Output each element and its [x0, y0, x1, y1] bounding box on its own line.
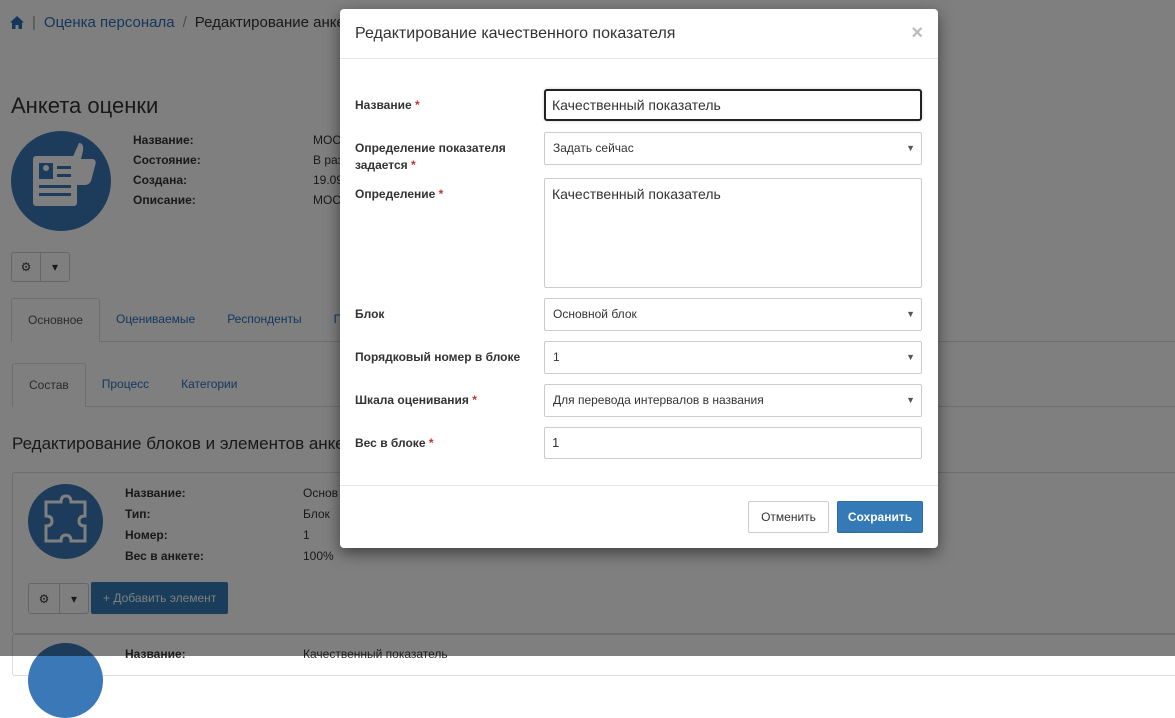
select-value: Для перевода интервалов в названия — [553, 393, 764, 407]
field-label: Определение показателя задается * — [355, 141, 506, 172]
select-value: Задать сейчас — [553, 141, 634, 155]
caret-down-icon: ▼ — [906, 143, 915, 153]
modal-header: Редактирование качественного показателя … — [340, 9, 938, 59]
field-label: Определение * — [355, 187, 444, 201]
field-label: Порядковый номер в блоке — [355, 350, 521, 364]
weight-input[interactable]: 1 — [544, 427, 922, 459]
field-label: Вес в блоке * — [355, 436, 434, 450]
field-label: Название * — [355, 98, 420, 112]
select-value: Основной блок — [553, 307, 637, 321]
caret-down-icon: ▼ — [906, 395, 915, 405]
cancel-button[interactable]: Отменить — [748, 501, 829, 533]
scale-select[interactable]: Для перевода интервалов в названия ▼ — [544, 384, 922, 417]
modal-title: Редактирование качественного показателя — [355, 25, 676, 42]
close-icon[interactable]: × — [911, 22, 923, 45]
definition-set-select[interactable]: Задать сейчас ▼ — [544, 132, 922, 165]
select-value: 1 — [553, 350, 560, 364]
block-select[interactable]: Основной блок ▼ — [544, 298, 922, 331]
definition-textarea[interactable]: Качественный показатель — [544, 178, 922, 288]
order-select[interactable]: 1 ▼ — [544, 341, 922, 374]
caret-down-icon: ▼ — [906, 309, 915, 319]
field-label: Шкала оценивания * — [355, 393, 477, 407]
modal-footer: Отменить Сохранить — [340, 485, 938, 549]
name-input[interactable]: Качественный показатель — [544, 89, 922, 121]
save-button[interactable]: Сохранить — [837, 501, 923, 533]
field-label: Блок — [355, 307, 385, 321]
caret-down-icon: ▼ — [906, 352, 915, 362]
edit-indicator-modal: Редактирование качественного показателя … — [340, 9, 938, 548]
